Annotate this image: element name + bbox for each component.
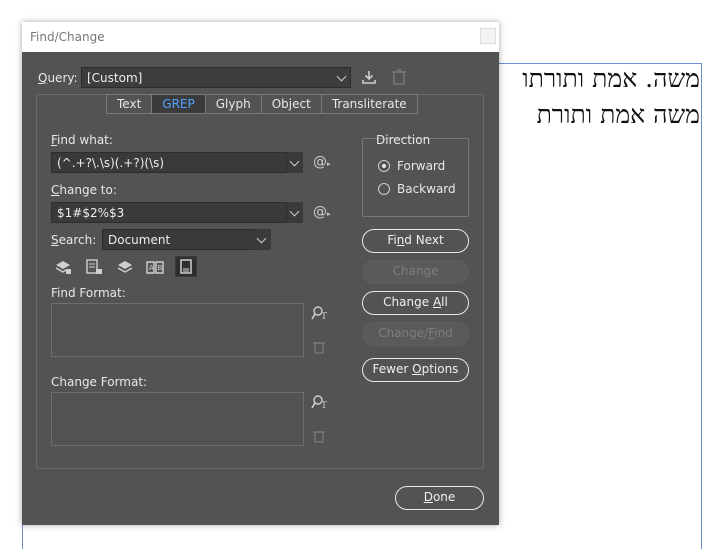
include-locked-stories-icon[interactable] xyxy=(85,258,103,276)
svg-text:A: A xyxy=(149,264,154,272)
change-to-input[interactable]: $1#$2%$3 xyxy=(51,202,303,223)
svg-text:T: T xyxy=(321,401,327,410)
query-select[interactable]: [Custom] xyxy=(81,67,351,88)
page-edge-right xyxy=(701,63,702,549)
special-chars-icon[interactable]: @▸ xyxy=(313,154,331,170)
delete-query-icon[interactable] xyxy=(392,69,406,85)
change-format-box[interactable] xyxy=(51,392,304,446)
svg-text:B: B xyxy=(158,264,163,272)
dialog-title: Find/Change xyxy=(30,30,105,44)
change-find-button[interactable]: Change/Find xyxy=(362,322,469,346)
change-format-label: Change Format: xyxy=(51,375,148,389)
tab-text[interactable]: Text xyxy=(107,95,153,113)
svg-text:T: T xyxy=(321,312,327,321)
done-button[interactable]: Done xyxy=(395,486,484,510)
forward-radio[interactable] xyxy=(378,160,390,172)
special-chars-icon[interactable]: @▸ xyxy=(313,204,331,220)
search-scope-dropdown[interactable] xyxy=(254,229,271,250)
change-to-label: Change to: xyxy=(51,183,117,197)
clear-change-format-icon[interactable] xyxy=(313,429,325,443)
include-footnotes-icon xyxy=(180,259,192,274)
chevron-down-icon xyxy=(289,206,300,217)
save-query-icon[interactable] xyxy=(361,69,377,85)
backward-label[interactable]: Backward xyxy=(397,182,456,196)
specify-change-format-icon[interactable]: T xyxy=(311,394,329,410)
fewer-options-button[interactable]: Fewer Options xyxy=(362,358,469,382)
find-format-box[interactable] xyxy=(51,303,304,357)
change-all-button[interactable]: Change All xyxy=(362,291,469,315)
chevron-down-icon xyxy=(336,71,347,82)
query-label: Query: xyxy=(38,71,78,85)
document-text-line-2[interactable]: משה אמת ותורת xyxy=(537,100,700,130)
find-next-button[interactable]: Find Next xyxy=(362,229,469,253)
search-label: Search: xyxy=(51,233,97,247)
find-what-history-dropdown[interactable] xyxy=(286,152,303,173)
forward-label[interactable]: Forward xyxy=(397,159,445,173)
find-what-input[interactable]: (^.+?\.\s)(.+?)(\s) xyxy=(51,152,303,173)
tab-bar: Text GREP Glyph Object Transliterate xyxy=(106,94,418,114)
chevron-down-icon xyxy=(256,233,267,244)
change-to-history-dropdown[interactable] xyxy=(286,202,303,223)
close-button[interactable] xyxy=(480,28,496,44)
direction-label: Direction xyxy=(376,133,431,147)
find-format-label: Find Format: xyxy=(51,286,126,300)
tab-glyph[interactable]: Glyph xyxy=(206,95,262,113)
specify-find-format-icon[interactable]: T xyxy=(311,305,329,321)
tab-object[interactable]: Object xyxy=(262,95,322,113)
change-button[interactable]: Change xyxy=(362,260,469,284)
document-text-line-1[interactable]: משה. אמת ותורתו xyxy=(522,64,700,94)
find-change-dialog: Find/Change Query: [Custom] Text GREP Gl… xyxy=(22,22,499,525)
include-locked-layers-icon[interactable] xyxy=(54,258,72,276)
clear-find-format-icon[interactable] xyxy=(313,340,325,354)
find-what-label: Find what: xyxy=(51,133,113,147)
search-scope-value: Document xyxy=(108,233,171,247)
dialog-titlebar[interactable]: Find/Change xyxy=(22,22,499,52)
search-scope-select[interactable]: Document xyxy=(102,229,271,250)
include-master-pages-icon[interactable]: A B xyxy=(146,258,164,276)
direction-group xyxy=(362,138,469,217)
tab-transliterate[interactable]: Transliterate xyxy=(322,95,417,113)
tab-grep[interactable]: GREP xyxy=(152,95,206,113)
query-value: [Custom] xyxy=(87,71,143,85)
include-hidden-layers-icon[interactable] xyxy=(116,258,134,276)
include-footnotes-toggle[interactable] xyxy=(175,256,197,277)
chevron-down-icon xyxy=(289,156,300,167)
backward-radio[interactable] xyxy=(378,183,390,195)
query-dropdown-button[interactable] xyxy=(334,67,351,88)
